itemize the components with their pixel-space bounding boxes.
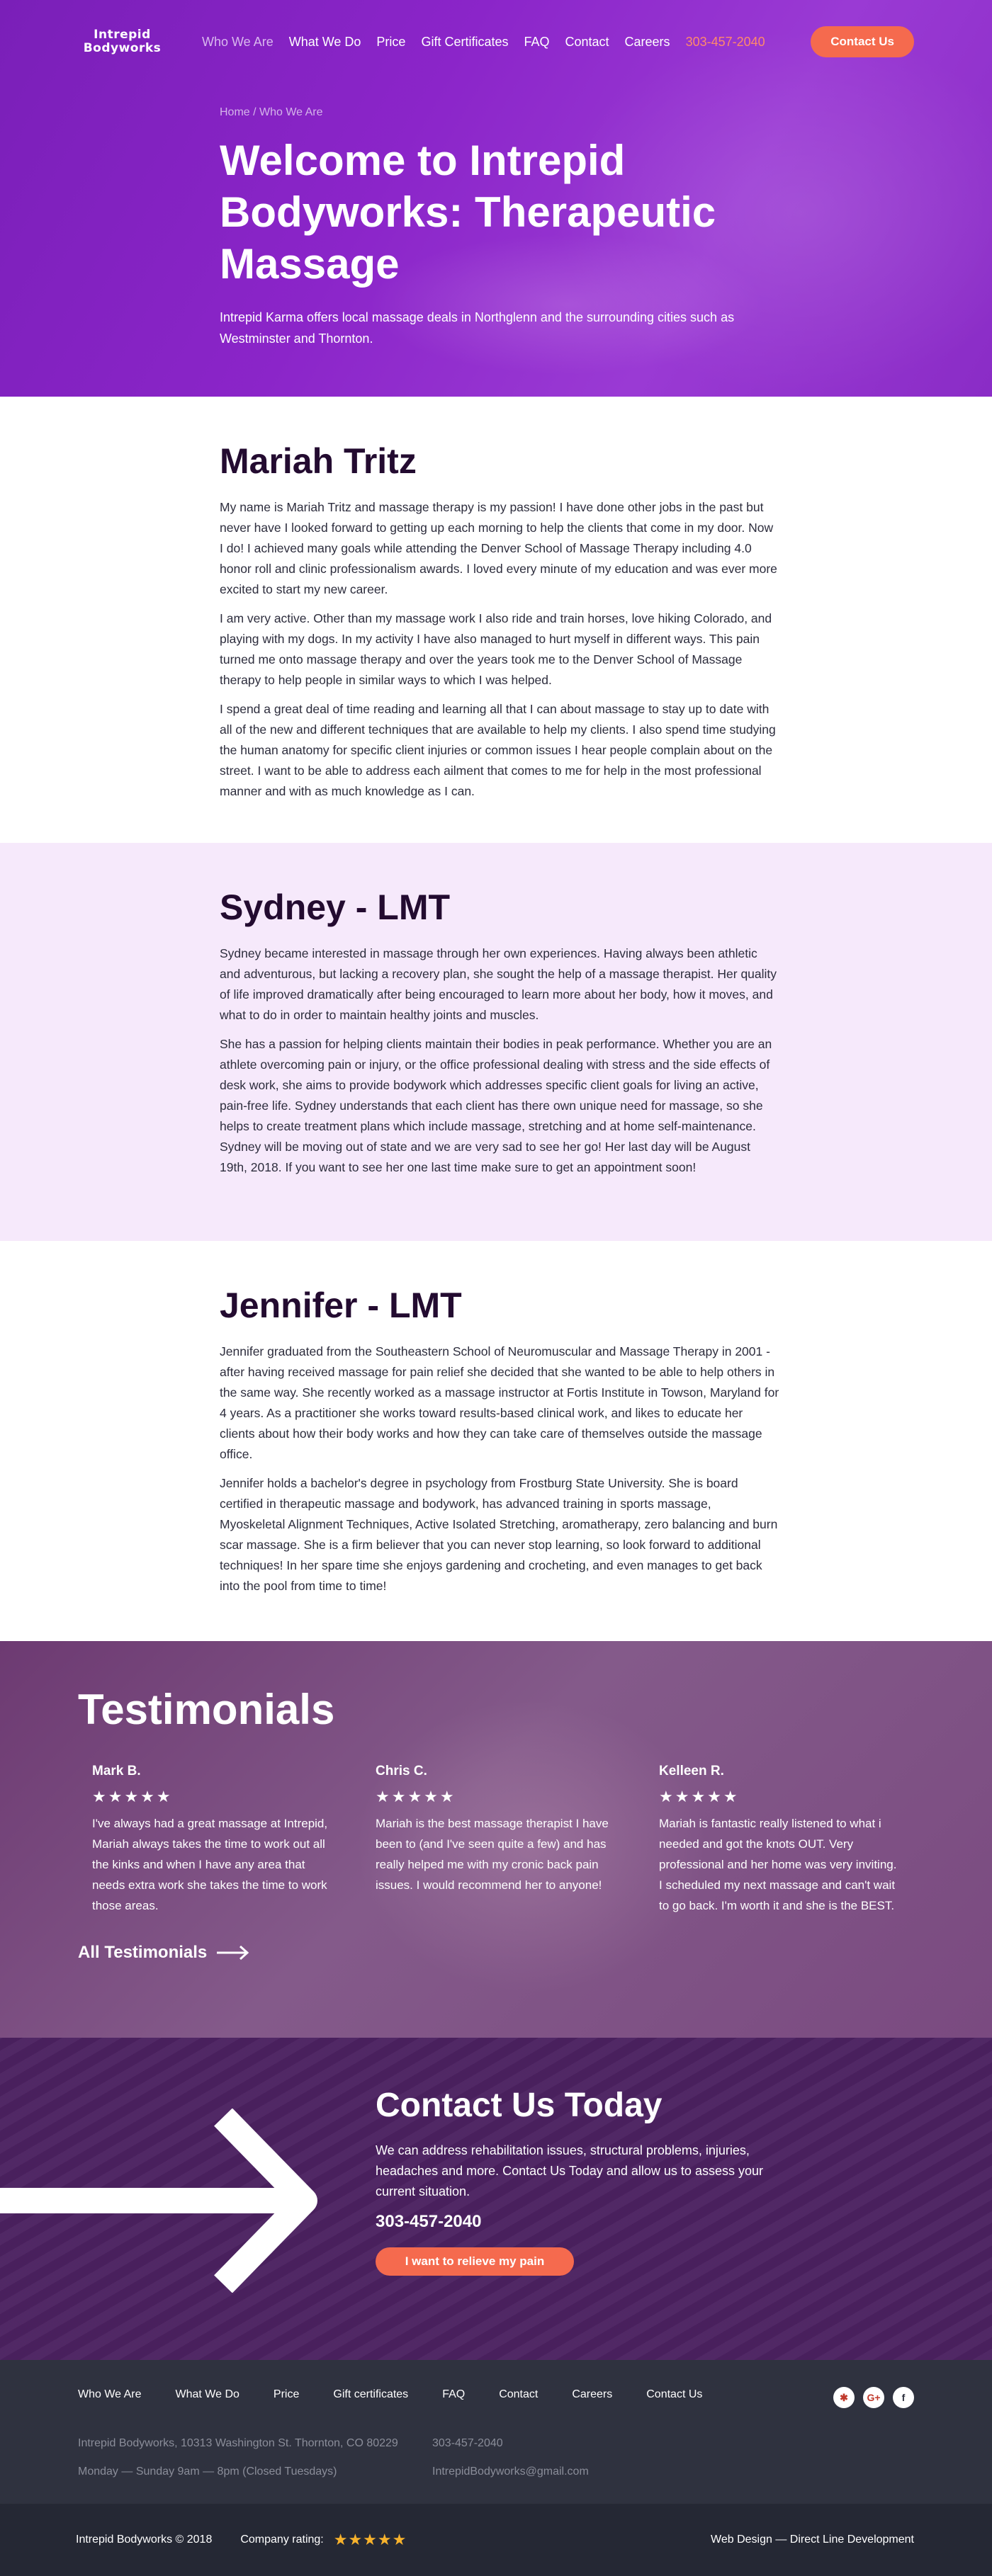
hero-section: Intrepid Bodyworks Who We Are What We Do… [0,0,992,397]
cta-title: Contact Us Today [376,2087,663,2124]
footer-info: Intrepid Bodyworks, 10313 Washington St.… [78,2429,914,2486]
testimonial-author: Chris C. [376,1764,427,1778]
company-rating: Company rating: ★★★★★ [240,2531,407,2549]
relieve-pain-button[interactable]: I want to relieve my pain [376,2247,574,2276]
bio-paragraph: She has a passion for helping clients ma… [220,1037,772,1174]
star-rating: ★★★★★ [92,1788,173,1805]
logo-line2: Bodyworks [83,41,162,55]
bio-name: Sydney - LMT [220,887,451,927]
footer-address: Intrepid Bodyworks, 10313 Washington St.… [78,2437,398,2449]
social-links: ✱ G+ f [833,2387,914,2408]
logo-line1: Intrepid [94,28,151,42]
star-rating: ★★★★★ [659,1788,740,1805]
bio-name: Mariah Tritz [220,441,417,481]
footer-link-contact[interactable]: Contact [499,2388,538,2401]
copyright: Intrepid Bodyworks © 2018 [76,2534,213,2546]
testimonial-text: I've always had a great massage at Intre… [92,1817,328,1912]
footer-email[interactable]: IntrepidBodyworks@gmail.com [432,2458,589,2486]
testimonial-card: Chris C. ★★★★★ Mariah is the best massag… [361,1764,645,1916]
bio-paragraph: Jennifer holds a bachelor's degree in ps… [220,1476,778,1593]
google-plus-icon[interactable]: G+ [863,2387,884,2408]
contact-cta-section: Contact Us Today We can address rehabili… [0,2038,992,2360]
bio-section-mariah: Mariah Tritz My name is Mariah Tritz and… [0,397,992,843]
nav-link-who-we-are[interactable]: Who We Are [202,35,274,50]
testimonial-card: Kelleen R. ★★★★★ Mariah is fantastic rea… [645,1764,928,1916]
large-arrow-icon [0,2109,317,2293]
testimonial-author: Mark B. [92,1764,141,1778]
nav-link-what-we-do[interactable]: What We Do [289,35,361,50]
footer-contact-column: 303-457-2040 IntrepidBodyworks@gmail.com [432,2429,589,2486]
bio-paragraph: Sydney became interested in massage thro… [220,946,777,1022]
footer-link-what-we-do[interactable]: What We Do [176,2388,239,2401]
nav-link-price[interactable]: Price [376,35,405,50]
bio-name: Jennifer - LMT [220,1286,462,1325]
nav-link-gift-certificates[interactable]: Gift Certificates [421,35,508,50]
footer-link-faq[interactable]: FAQ [442,2388,465,2401]
footer-hours: Monday — Sunday 9am — 8pm (Closed Tuesda… [78,2466,337,2478]
footer-link-contact-us[interactable]: Contact Us [646,2388,702,2401]
nav-phone-link[interactable]: 303-457-2040 [686,35,765,50]
testimonial-list: Mark B. ★★★★★ I've always had a great ma… [78,1764,992,1916]
footer-link-who-we-are[interactable]: Who We Are [78,2388,142,2401]
hero-subtitle: Intrepid Karma offers local massage deal… [220,310,735,346]
footer-phone[interactable]: 303-457-2040 [432,2429,589,2458]
star-rating: ★★★★★ [376,1788,456,1805]
breadcrumb[interactable]: Home / Who We Are [220,106,779,119]
all-testimonials-label: All Testimonials [78,1943,208,1962]
contact-cta-content: Contact Us Today We can address rehabili… [376,2086,772,2276]
all-testimonials-link[interactable]: All Testimonials [78,1943,992,1963]
testimonials-title: Testimonials [78,1686,335,1733]
bio-section-sydney: Sydney - LMT Sydney became interested in… [0,843,992,1241]
footer-links: Who We Are What We Do Price Gift certifi… [78,2388,914,2401]
footer-link-careers[interactable]: Careers [572,2388,612,2401]
logo[interactable]: Intrepid Bodyworks [78,28,167,55]
cta-text: We can address rehabilitation issues, st… [376,2143,763,2198]
testimonial-card: Mark B. ★★★★★ I've always had a great ma… [78,1764,361,1916]
contact-us-button[interactable]: Contact Us [811,26,914,57]
testimonials-section: Testimonials Mark B. ★★★★★ I've always h… [0,1641,992,2038]
yelp-icon[interactable]: ✱ [833,2387,855,2408]
cta-phone[interactable]: 303-457-2040 [376,2212,772,2232]
arrow-right-icon [217,1945,249,1961]
bio-paragraph: Jennifer graduated from the Southeastern… [220,1344,779,1461]
footer-address-column: Intrepid Bodyworks, 10313 Washington St.… [78,2429,432,2486]
footer: Who We Are What We Do Price Gift certifi… [0,2360,992,2504]
testimonial-author: Kelleen R. [659,1764,724,1778]
bottom-bar: Intrepid Bodyworks © 2018 Company rating… [0,2504,992,2576]
hero-content: Home / Who We Are Welcome to Intrepid Bo… [0,84,779,349]
testimonial-text: Mariah is the best massage therapist I h… [376,1817,609,1892]
top-navigation: Intrepid Bodyworks Who We Are What We Do… [0,0,992,84]
nav-link-faq[interactable]: FAQ [524,35,549,50]
bio-paragraph: I spend a great deal of time reading and… [220,702,776,798]
footer-link-gift-certificates[interactable]: Gift certificates [333,2388,408,2401]
bio-paragraph: I am very active. Other than my massage … [220,611,772,687]
rating-label: Company rating: [240,2534,324,2546]
facebook-icon[interactable]: f [893,2387,914,2408]
testimonial-text: Mariah is fantastic really listened to w… [659,1817,897,1912]
nav-link-careers[interactable]: Careers [625,35,670,50]
bio-paragraph: My name is Mariah Tritz and massage ther… [220,500,777,596]
footer-link-price[interactable]: Price [274,2388,299,2401]
bio-section-jennifer: Jennifer - LMT Jennifer graduated from t… [0,1241,992,1641]
nav-link-contact[interactable]: Contact [565,35,609,50]
rating-stars: ★★★★★ [333,2531,407,2548]
page-title: Welcome to Intrepid Bodyworks: Therapeut… [220,137,716,288]
nav-links: Who We Are What We Do Price Gift Certifi… [202,35,765,50]
web-design-credit[interactable]: Web Design — Direct Line Development [711,2534,914,2546]
